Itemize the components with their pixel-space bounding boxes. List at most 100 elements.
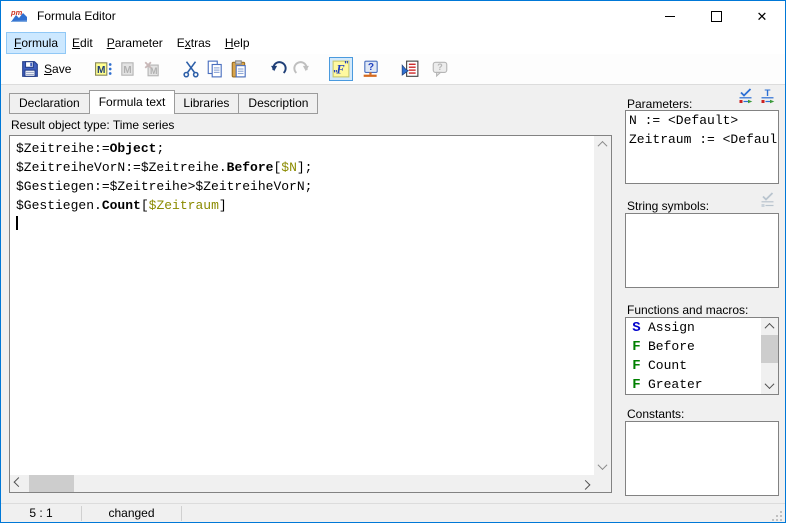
scroll-left-button[interactable] <box>10 475 27 492</box>
function-type-icon: F <box>630 339 643 355</box>
save-label: Save <box>44 62 71 76</box>
window-title: Formula Editor <box>37 9 116 23</box>
toolbar: Save M M M <box>1 54 785 85</box>
context-help-icon: ? <box>362 60 380 78</box>
chevron-left-icon <box>14 477 24 487</box>
copy-button[interactable] <box>203 57 227 81</box>
string-symbols-check-icon[interactable] <box>758 191 776 208</box>
formula-editor-window: pm Formula Editor ✕ FormulaEditParameter… <box>0 0 786 523</box>
function-item-assign[interactable]: SAssign <box>626 318 761 337</box>
text-parameters-icon[interactable]: T <box>758 87 776 104</box>
undo-button[interactable] <box>266 57 290 81</box>
text-caret <box>16 216 18 230</box>
save-icon <box>21 60 39 78</box>
result-object-type-label: Result object type: Time series <box>11 118 174 132</box>
minimize-button[interactable] <box>647 1 693 31</box>
modified-status: changed <box>82 504 181 523</box>
edit-macro-button[interactable]: M <box>116 57 140 81</box>
function-type-icon: S <box>630 320 643 336</box>
function-wizard-button[interactable]: F " " <box>329 57 353 81</box>
editor-horizontal-scrollbar[interactable] <box>10 475 594 492</box>
editor-vertical-scrollbar[interactable] <box>594 136 611 475</box>
tab-formula-text[interactable]: Formula text <box>89 90 176 114</box>
code-line-5 <box>16 215 594 234</box>
help-button[interactable]: ? <box>428 57 452 81</box>
menu-extras[interactable]: Extras <box>170 33 218 53</box>
function-item-count[interactable]: FCount <box>626 356 761 375</box>
function-wizard-icon: F " " <box>332 60 350 78</box>
code-area[interactable]: $Zeitreihe:=Object;$ZeitreiheVorN:=$Zeit… <box>10 136 594 475</box>
horizontal-scroll-thumb[interactable] <box>29 475 74 492</box>
parameters-list[interactable]: N := <Default>Zeitraum := <Default> <box>625 110 779 184</box>
menu-formula[interactable]: Formula <box>7 33 65 53</box>
tab-libraries[interactable]: Libraries <box>174 93 239 114</box>
save-button[interactable]: Save <box>15 57 77 81</box>
menu-help[interactable]: Help <box>218 33 257 53</box>
string-symbols-label: String symbols: <box>627 199 709 213</box>
functions-scrollbar[interactable] <box>761 318 778 394</box>
code-line-4: $Gestiegen.Count[$Zeitraum] <box>16 196 594 215</box>
scroll-right-button[interactable] <box>577 475 594 492</box>
cut-icon <box>182 60 200 78</box>
status-bar: 5 : 1 changed <box>1 503 785 523</box>
function-item-before[interactable]: FBefore <box>626 337 761 356</box>
formula-text-editor[interactable]: $Zeitreihe:=Object;$ZeitreiheVorN:=$Zeit… <box>9 135 612 493</box>
scroll-up-button[interactable] <box>594 136 611 153</box>
check-formula-icon <box>401 60 419 78</box>
tab-description[interactable]: Description <box>239 93 318 114</box>
redo-button[interactable] <box>290 57 314 81</box>
new-macro-button[interactable]: M <box>92 57 116 81</box>
paste-button[interactable] <box>227 57 251 81</box>
delete-macro-button[interactable]: M <box>140 57 164 81</box>
maximize-icon <box>711 11 722 22</box>
svg-text:?: ? <box>438 62 444 72</box>
code-line-3: $Gestiegen:=$Zeitreihe>$ZeitreiheVorN; <box>16 177 594 196</box>
new-macro-icon: M <box>95 60 113 78</box>
paste-icon <box>230 60 248 78</box>
function-item-greater[interactable]: FGreater <box>626 375 761 394</box>
vertical-scroll-thumb[interactable] <box>761 335 778 363</box>
scrollbar-corner <box>594 475 611 492</box>
svg-text:": " <box>334 68 338 78</box>
menu-edit[interactable]: Edit <box>65 33 100 53</box>
constants-list[interactable] <box>625 421 779 496</box>
validate-parameters-icon[interactable] <box>736 87 754 104</box>
chevron-up-icon <box>598 141 608 151</box>
undo-icon <box>269 60 287 78</box>
code-line-2: $ZeitreiheVorN:=$Zeitreihe.Before[$N]; <box>16 158 594 177</box>
parameters-label: Parameters: <box>627 97 692 111</box>
menu-parameter[interactable]: Parameter <box>100 33 170 53</box>
functions-and-macros-list[interactable]: SAssignFBeforeFCountFGreater <box>625 317 779 395</box>
title-bar: pm Formula Editor ✕ <box>1 1 785 31</box>
functions-and-macros-label: Functions and macros: <box>627 303 748 317</box>
svg-text:M: M <box>124 65 132 76</box>
close-button[interactable]: ✕ <box>739 1 785 31</box>
parameter-item[interactable]: Zeitraum := <Default> <box>626 130 778 149</box>
scroll-up-button[interactable] <box>761 318 778 335</box>
svg-text:M: M <box>97 65 105 76</box>
minimize-icon <box>665 16 675 17</box>
delete-macro-icon: M <box>143 60 161 78</box>
string-symbols-list[interactable] <box>625 213 779 288</box>
chevron-right-icon <box>581 480 591 490</box>
context-help-button[interactable]: ? <box>359 57 383 81</box>
tab-declaration[interactable]: Declaration <box>9 93 90 114</box>
maximize-button[interactable] <box>693 1 739 31</box>
chevron-down-icon <box>765 379 775 389</box>
help-icon: ? <box>431 60 449 78</box>
menu-bar: FormulaEditParameterExtrasHelp <box>1 31 785 54</box>
cut-button[interactable] <box>179 57 203 81</box>
pm-logo-icon: pm <box>10 8 28 24</box>
scroll-down-button[interactable] <box>594 458 611 475</box>
check-formula-button[interactable] <box>398 57 422 81</box>
chevron-up-icon <box>765 323 775 333</box>
scroll-down-button[interactable] <box>761 377 778 394</box>
cursor-position-status: 5 : 1 <box>1 504 81 523</box>
parameter-item[interactable]: N := <Default> <box>626 111 778 130</box>
chevron-down-icon <box>598 460 608 470</box>
svg-text:": " <box>345 60 349 69</box>
resize-grip[interactable] <box>772 510 782 520</box>
function-type-icon: F <box>630 358 643 374</box>
function-type-icon: F <box>630 377 643 393</box>
tab-strip: DeclarationFormula textLibrariesDescript… <box>9 90 318 114</box>
